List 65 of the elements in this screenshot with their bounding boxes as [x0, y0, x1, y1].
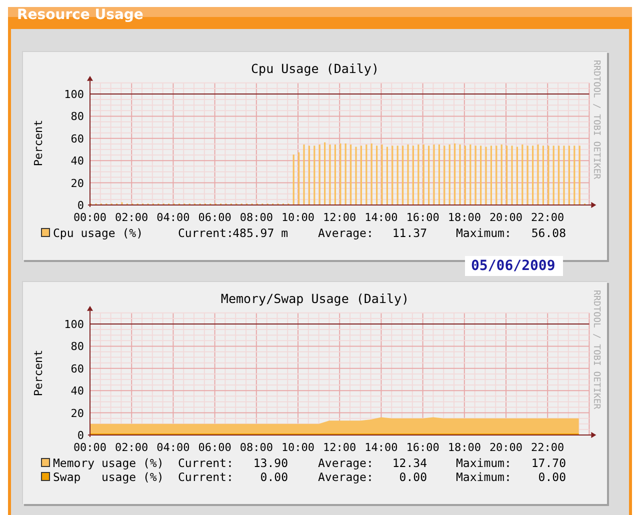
tick-label: 80 — [70, 110, 84, 124]
tick-label: 06:00 — [198, 441, 232, 454]
tick-label: 10:00 — [281, 441, 315, 454]
tick-label: 20:00 — [489, 211, 523, 224]
stat-label: Maximum: — [456, 226, 512, 240]
stat-value: 0.00 — [399, 470, 427, 484]
tick-label: 16:00 — [406, 441, 440, 454]
stat-value: 13.90 — [253, 456, 288, 470]
tick-label: 02:00 — [115, 441, 148, 454]
tick-label: 00:00 — [73, 441, 107, 454]
tick-label: 40 — [70, 154, 84, 168]
tick-label: 80 — [70, 340, 84, 354]
watermark-text: RRDTOOL / TOBI OETIKER — [591, 290, 601, 410]
tick-label: 16:00 — [406, 211, 440, 224]
stat-label: Average: — [318, 456, 374, 470]
tick-label: 60 — [70, 362, 84, 376]
stat-value: 0.00 — [538, 470, 566, 484]
stat-label: Current: — [178, 470, 234, 484]
tick-label: 18:00 — [448, 211, 481, 224]
tick-label: 22:00 — [531, 211, 564, 224]
tick-label: 12:00 — [323, 211, 356, 224]
tick-label: 0 — [77, 429, 84, 442]
tick-label: 14:00 — [364, 211, 398, 224]
watermark-text: RRDTOOL / TOBI OETIKER — [591, 60, 601, 180]
tick-label: 20:00 — [489, 441, 523, 454]
stat-label: Maximum: — [456, 456, 512, 470]
stat-value: 11.37 — [392, 226, 427, 240]
tick-label: 20 — [70, 176, 84, 190]
tick-label: 08:00 — [240, 441, 273, 454]
stat-value: 12.34 — [392, 456, 427, 470]
chart-title: Memory/Swap Usage (Daily) — [220, 291, 410, 306]
tick-label: 02:00 — [115, 211, 148, 224]
stat-value: 0.00 — [260, 470, 288, 484]
tick-label: 14:00 — [364, 441, 398, 454]
legend-label: Cpu usage (%) — [53, 226, 144, 240]
tick-label: 08:00 — [240, 211, 273, 224]
stat-value: 485.97 m — [232, 226, 288, 240]
stat-label: Current: — [178, 456, 234, 470]
tick-label: 100 — [64, 318, 84, 331]
panel-title: Resource Usage — [8, 7, 632, 29]
stat-value: 56.08 — [531, 226, 566, 240]
tick-label: 04:00 — [156, 441, 190, 454]
legend-label: Memory usage (%) — [53, 456, 164, 470]
tick-label: 22:00 — [531, 441, 564, 454]
axis-label: Percent — [32, 350, 45, 396]
tick-label: 100 — [64, 88, 84, 101]
tick-label: 40 — [70, 384, 84, 398]
tick-label: 60 — [70, 132, 84, 146]
chart-title: Cpu Usage (Daily) — [251, 61, 379, 76]
stat-label: Average: — [318, 226, 374, 240]
tick-label: 0 — [77, 199, 84, 212]
stat-value: 17.70 — [531, 456, 566, 470]
tick-label: 06:00 — [198, 211, 232, 224]
legend-label: Swap usage (%) — [53, 470, 164, 484]
date-label: 05/06/2009 — [465, 256, 564, 276]
tick-label: 20 — [70, 406, 84, 420]
tick-label: 18:00 — [448, 441, 481, 454]
tick-label: 00:00 — [73, 211, 107, 224]
tick-label: 12:00 — [323, 441, 356, 454]
tick-label: 04:00 — [156, 211, 190, 224]
tick-label: 10:00 — [281, 211, 315, 224]
stat-label: Current: — [178, 226, 234, 240]
stat-label: Average: — [318, 470, 374, 484]
axis-label: Percent — [32, 120, 45, 166]
stat-label: Maximum: — [456, 470, 512, 484]
